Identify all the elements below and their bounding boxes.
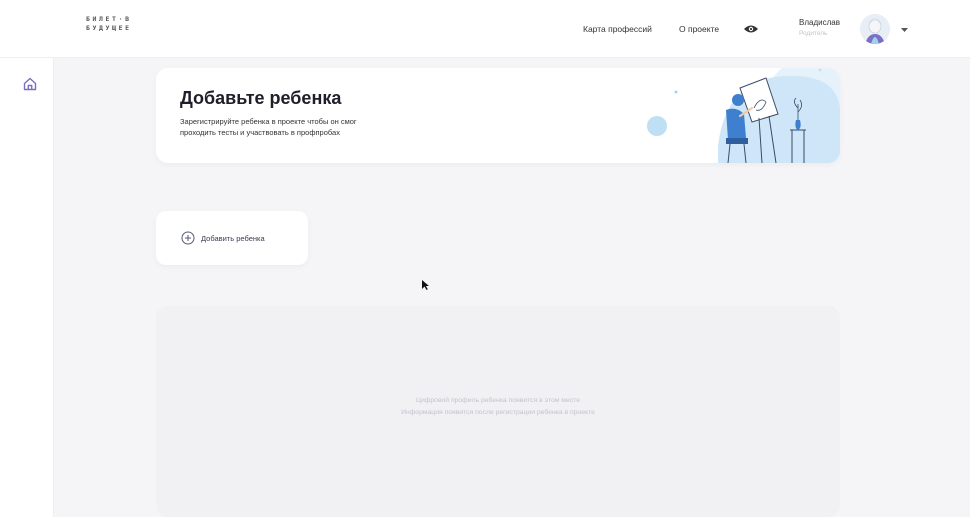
user-name[interactable]: Владислав (799, 18, 840, 27)
painter-illustration (718, 68, 840, 163)
mouse-cursor-icon (422, 280, 429, 290)
chevron-down-icon[interactable] (900, 27, 909, 33)
add-child-banner: Добавьте ребенка Зарегистрируйте ребенка… (156, 68, 840, 163)
empty-state-line-2: Информация появится после регистрации ре… (401, 409, 595, 416)
project-logo[interactable]: БИЛЕТ·В БУДУЩЕЕ (86, 15, 156, 33)
empty-state-line-1: Цифровой профиль ребенка появится в этом… (415, 397, 581, 404)
nav-professions-map[interactable]: Карта профессий (583, 24, 652, 34)
add-child-button[interactable]: Добавить ребенка (156, 211, 308, 265)
home-icon[interactable] (22, 76, 38, 92)
decorative-blob (647, 116, 667, 136)
user-role: Родитель (799, 30, 828, 37)
plus-circle-icon (181, 231, 195, 245)
eye-icon[interactable] (743, 24, 759, 34)
avatar[interactable] (860, 14, 890, 44)
left-sidebar (0, 58, 54, 517)
empty-state-text: Цифровой профиль ребенка появится в этом… (156, 395, 840, 419)
top-header: БИЛЕТ·В БУДУЩЕЕ Карта профессий О проект… (0, 0, 970, 58)
banner-description: Зарегистрируйте ребенка в проекте чтобы … (180, 116, 440, 138)
logo-line-1: БИЛЕТ·В (86, 15, 132, 23)
banner-text-line-1: Зарегистрируйте ребенка в проекте чтобы … (180, 117, 357, 126)
decorative-dot (674, 90, 678, 94)
banner-text-line-2: проходить тесты и участвовать в профпроб… (180, 128, 340, 137)
nav-about-project[interactable]: О проекте (679, 24, 719, 34)
banner-title: Добавьте ребенка (180, 88, 342, 108)
child-profile-placeholder: Цифровой профиль ребенка появится в этом… (156, 306, 840, 517)
avatar-illustration (860, 14, 890, 44)
add-child-label: Добавить ребенка (201, 234, 265, 243)
logo-line-2: БУДУЩЕЕ (86, 24, 132, 32)
